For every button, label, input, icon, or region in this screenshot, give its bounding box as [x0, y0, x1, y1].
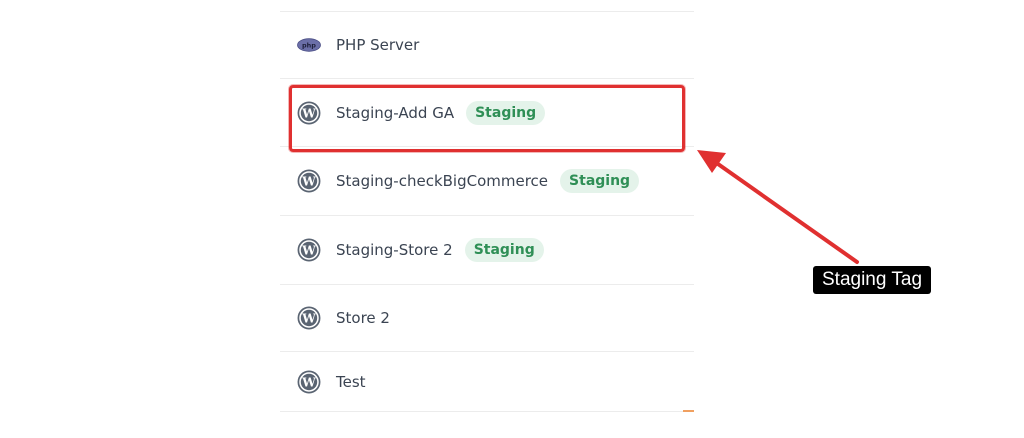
site-name: Staging-checkBigCommerce	[336, 172, 549, 190]
svg-text:php: php	[302, 41, 316, 49]
site-row-test[interactable]: W Test	[280, 351, 694, 411]
site-row-staging-checkbigcommerce[interactable]: W Staging-checkBigCommerce Staging	[280, 146, 694, 215]
list-bottom-divider	[280, 411, 694, 412]
wordpress-icon: W	[297, 306, 321, 330]
site-name: PHP Server	[336, 36, 420, 54]
site-row-staging-store-2[interactable]: W Staging-Store 2 Staging	[280, 215, 694, 284]
svg-text:W: W	[301, 375, 316, 389]
site-row-store-2[interactable]: W Store 2	[280, 284, 694, 351]
svg-text:W: W	[301, 174, 316, 188]
svg-text:W: W	[301, 311, 316, 325]
annotation-label: Staging Tag	[813, 266, 932, 294]
php-icon: php	[297, 33, 321, 57]
site-name: Store 2	[336, 309, 390, 327]
scroll-accent	[683, 410, 694, 412]
svg-text:W: W	[301, 243, 316, 257]
wordpress-icon: W	[297, 169, 321, 193]
wordpress-icon: W	[297, 238, 321, 262]
wordpress-icon: W	[297, 370, 321, 394]
site-list: php PHP Server W Staging-Add GA Staging …	[280, 0, 694, 438]
staging-badge: Staging	[464, 238, 544, 262]
staging-badge: Staging	[560, 169, 640, 193]
annotation-highlight-box	[289, 85, 685, 152]
site-name: Staging-Store 2	[336, 241, 453, 259]
site-name: Test	[336, 372, 366, 391]
site-row-php-server[interactable]: php PHP Server	[280, 11, 694, 78]
